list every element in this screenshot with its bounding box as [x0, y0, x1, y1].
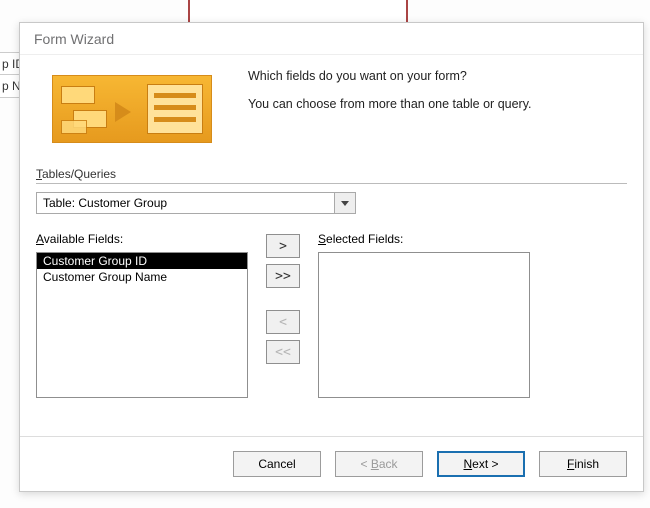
selected-fields-label: Selected Fields:: [318, 232, 530, 246]
remove-all-fields-button: <<: [266, 340, 300, 364]
dialog-footer: Cancel < Back Next > Finish: [20, 436, 643, 491]
tables-queries-input[interactable]: [36, 192, 334, 214]
cancel-button[interactable]: Cancel: [233, 451, 321, 477]
tables-queries-combo[interactable]: [36, 192, 356, 214]
available-field-item[interactable]: Customer Group ID: [37, 253, 247, 269]
tables-queries-label: Tables/Queries: [36, 167, 627, 181]
intro-line-2: You can choose from more than one table …: [248, 97, 532, 111]
available-fields-label: Available Fields:: [36, 232, 248, 246]
available-field-item[interactable]: Customer Group Name: [37, 269, 247, 285]
selected-fields-listbox[interactable]: [318, 252, 530, 398]
add-field-button[interactable]: >: [266, 234, 300, 258]
intro-text: Which fields do you want on your form? Y…: [248, 65, 532, 153]
next-button[interactable]: Next >: [437, 451, 525, 477]
field-mover-buttons: > >> < <<: [266, 232, 300, 398]
remove-field-button: <: [266, 310, 300, 334]
add-all-fields-button[interactable]: >>: [266, 264, 300, 288]
tables-queries-dropdown-button[interactable]: [334, 192, 356, 214]
intro-line-1: Which fields do you want on your form?: [248, 69, 532, 83]
form-wizard-dialog: Form Wizard Which fields do you want on …: [19, 22, 644, 492]
dialog-content: Which fields do you want on your form? Y…: [20, 55, 643, 436]
finish-button[interactable]: Finish: [539, 451, 627, 477]
available-fields-listbox[interactable]: Customer Group IDCustomer Group Name: [36, 252, 248, 398]
divider: [36, 183, 627, 184]
back-button: < Back: [335, 451, 423, 477]
wizard-graphic: [36, 65, 228, 153]
chevron-down-icon: [341, 201, 349, 206]
dialog-title: Form Wizard: [20, 23, 643, 55]
